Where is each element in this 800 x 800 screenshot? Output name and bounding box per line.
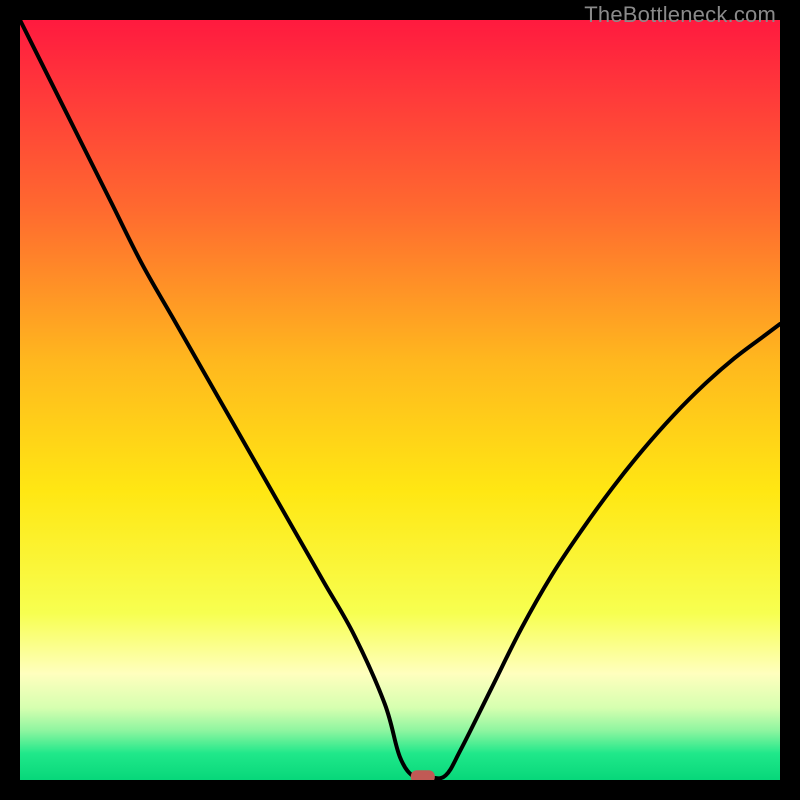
- optimal-marker: [411, 770, 435, 780]
- chart-canvas: [20, 20, 780, 780]
- chart-frame: [20, 20, 780, 780]
- watermark-text: TheBottleneck.com: [584, 2, 776, 28]
- gradient-bg: [20, 20, 780, 780]
